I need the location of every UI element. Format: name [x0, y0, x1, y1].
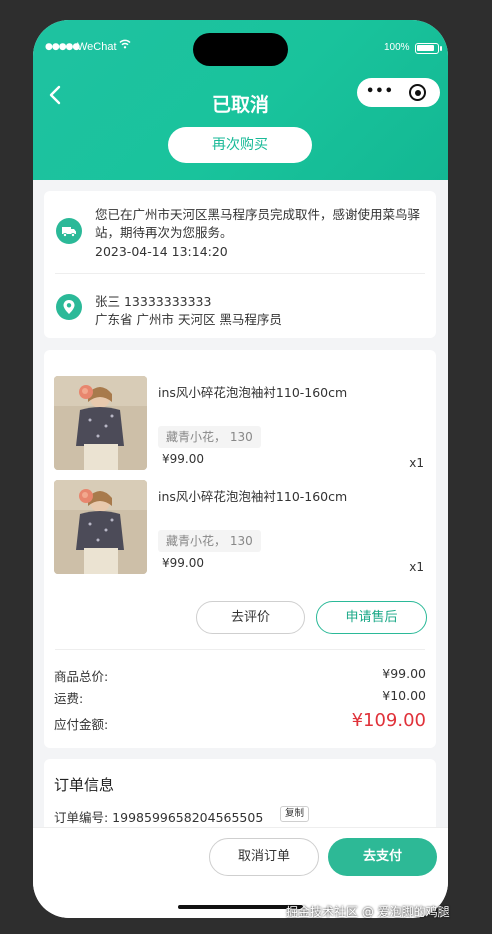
- truck-icon: [56, 218, 82, 244]
- goods-thumbnail[interactable]: [54, 480, 147, 574]
- goods-name: ins风小碎花泡泡袖衬110-160cm: [158, 385, 348, 400]
- subtotal-row: 商品总价: ¥99.00: [54, 666, 426, 685]
- phone-screen: ●●●●● WeChat 100% 已取消 ••• 再次购买 您已在广州市天河区…: [33, 20, 448, 918]
- payable-value: ¥109.00: [351, 710, 426, 731]
- delivery-message: 您已在广州市天河区黑马程序员完成取件，感谢使用菜鸟驿站，期待再次为您服务。: [95, 207, 421, 240]
- goods-spec: 藏青小花， 130: [158, 426, 261, 448]
- mini-program-capsule[interactable]: •••: [357, 78, 440, 107]
- header: ●●●●● WeChat 100% 已取消 ••• 再次购买: [33, 20, 448, 180]
- battery-tip: [440, 46, 442, 51]
- goods-card: ins风小碎花泡泡袖衬110-160cm 藏青小花， 130 ¥99.00 x1: [44, 350, 436, 748]
- goods-quantity: x1: [409, 560, 424, 574]
- carrier-name: WeChat: [77, 41, 117, 53]
- copy-button[interactable]: 复制: [280, 806, 310, 822]
- review-button[interactable]: 去评价: [196, 601, 305, 634]
- cancel-order-button[interactable]: 取消订单: [209, 838, 319, 876]
- receiver-address: 广东省 广州市 天河区 黑马程序员: [95, 312, 282, 327]
- battery-icon: [415, 43, 439, 54]
- watermark: 掘金技术社区 @ 爱泡脚的鸡腿: [286, 905, 450, 919]
- after-sale-button[interactable]: 申请售后: [316, 601, 427, 634]
- goods-price: ¥99.00: [162, 556, 204, 570]
- receiver-name-phone: 张三 13333333333: [95, 294, 212, 309]
- more-icon[interactable]: •••: [366, 84, 394, 99]
- shipping-row: 运费: ¥10.00: [54, 688, 426, 707]
- goods-item[interactable]: ins风小碎花泡泡袖衬110-160cm 藏青小花， 130 ¥99.00 x1: [54, 376, 426, 472]
- wifi-icon: [119, 39, 131, 49]
- location-pin-icon: [56, 294, 82, 320]
- delivery-card: 您已在广州市天河区黑马程序员完成取件，感谢使用菜鸟驿站，期待再次为您服务。 20…: [44, 191, 436, 338]
- divider: [55, 273, 425, 274]
- divider: [55, 649, 425, 650]
- goods-thumbnail[interactable]: [54, 376, 147, 470]
- goods-spec: 藏青小花， 130: [158, 530, 261, 552]
- close-target-icon[interactable]: [409, 84, 426, 101]
- goods-name: ins风小碎花泡泡袖衬110-160cm: [158, 489, 348, 504]
- order-number: 订单编号: 1998599658204565505: [54, 810, 264, 825]
- battery-percent: 100%: [384, 42, 410, 53]
- subtotal-label: 商品总价:: [54, 669, 109, 684]
- delivery-time: 2023-04-14 13:14:20: [95, 244, 228, 259]
- shipping-label: 运费:: [54, 691, 84, 706]
- camera-notch: [193, 33, 288, 66]
- payable-label: 应付金额:: [54, 717, 109, 732]
- payable-row: 应付金额: ¥109.00: [54, 710, 426, 733]
- order-info-title: 订单信息: [54, 776, 115, 794]
- shipping-value: ¥10.00: [382, 688, 426, 703]
- pay-button[interactable]: 去支付: [328, 838, 437, 876]
- goods-quantity: x1: [409, 456, 424, 470]
- goods-price: ¥99.00: [162, 452, 204, 466]
- status-bar: ●●●●● WeChat 100%: [33, 20, 448, 66]
- goods-item[interactable]: ins风小碎花泡泡袖衬110-160cm 藏青小花， 130 ¥99.00 x1: [54, 480, 426, 576]
- subtotal-value: ¥99.00: [382, 666, 426, 681]
- home-indicator[interactable]: [178, 905, 303, 909]
- rebuy-button[interactable]: 再次购买: [168, 127, 312, 163]
- signal-icon: ●●●●●: [45, 42, 80, 52]
